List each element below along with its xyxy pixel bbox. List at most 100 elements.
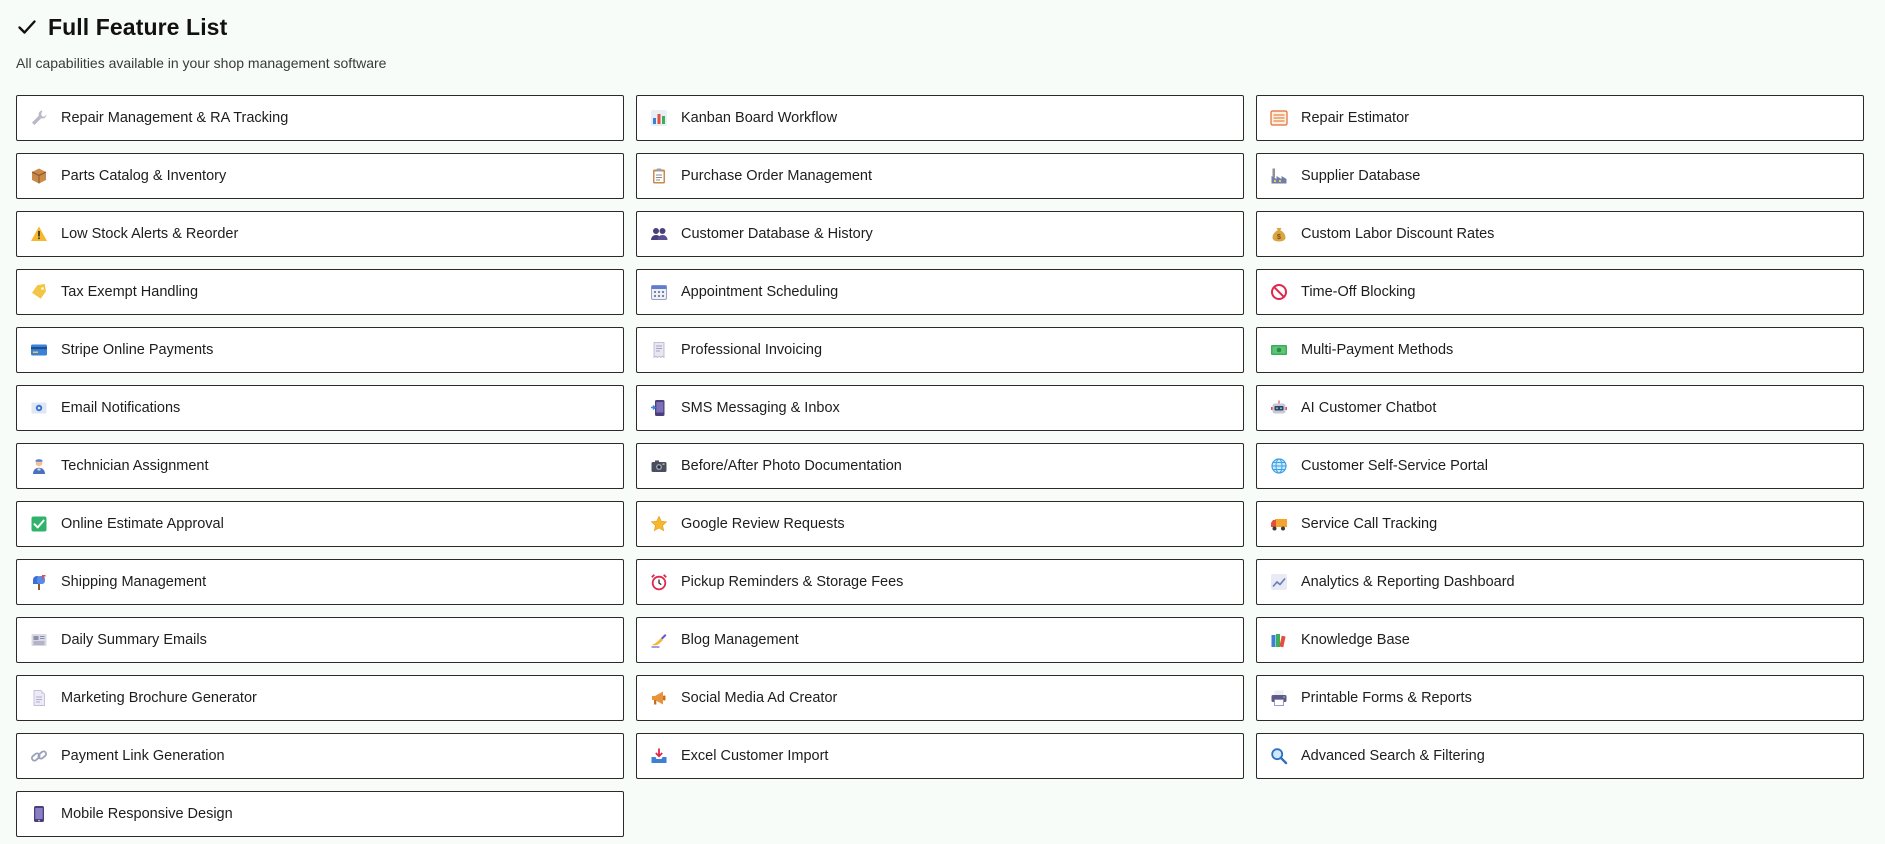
- feature-label: Custom Labor Discount Rates: [1301, 226, 1495, 242]
- feature-card[interactable]: Supplier Database: [1256, 153, 1864, 199]
- feature-label: Online Estimate Approval: [61, 516, 224, 532]
- calendar-icon: [649, 282, 669, 302]
- feature-label: Repair Management & RA Tracking: [61, 110, 289, 126]
- feature-card[interactable]: Printable Forms & Reports: [1256, 675, 1864, 721]
- feature-card[interactable]: Mobile Responsive Design: [16, 791, 624, 837]
- feature-card[interactable]: Tax Exempt Handling: [16, 269, 624, 315]
- feature-card[interactable]: AI Customer Chatbot: [1256, 385, 1864, 431]
- factory-icon: [1269, 166, 1289, 186]
- globe-icon: [1269, 456, 1289, 476]
- feature-card[interactable]: $ Custom Labor Discount Rates: [1256, 211, 1864, 257]
- users-icon: [649, 224, 669, 244]
- feature-card[interactable]: Service Call Tracking: [1256, 501, 1864, 547]
- feature-label: Blog Management: [681, 632, 799, 648]
- feature-label: Payment Link Generation: [61, 748, 225, 764]
- feature-label: Kanban Board Workflow: [681, 110, 838, 126]
- feature-label: Analytics & Reporting Dashboard: [1301, 574, 1515, 590]
- feature-label: Google Review Requests: [681, 516, 845, 532]
- mobile-message-icon: [649, 398, 669, 418]
- receipt-icon: [649, 340, 669, 360]
- feature-card[interactable]: Technician Assignment: [16, 443, 624, 489]
- feature-card[interactable]: Pickup Reminders & Storage Fees: [636, 559, 1244, 605]
- checkmark-icon: [16, 16, 38, 38]
- camera-icon: [649, 456, 669, 476]
- feature-label: Daily Summary Emails: [61, 632, 207, 648]
- feature-card[interactable]: Multi-Payment Methods: [1256, 327, 1864, 373]
- newspaper-icon: [29, 630, 49, 650]
- warning-icon: [29, 224, 49, 244]
- feature-card[interactable]: Repair Estimator: [1256, 95, 1864, 141]
- prohibited-icon: [1269, 282, 1289, 302]
- feature-card[interactable]: Parts Catalog & Inventory: [16, 153, 624, 199]
- feature-card[interactable]: Professional Invoicing: [636, 327, 1244, 373]
- feature-card[interactable]: Repair Management & RA Tracking: [16, 95, 624, 141]
- feature-card[interactable]: Excel Customer Import: [636, 733, 1244, 779]
- feature-card[interactable]: Appointment Scheduling: [636, 269, 1244, 315]
- feature-card[interactable]: Payment Link Generation: [16, 733, 624, 779]
- megaphone-icon: [649, 688, 669, 708]
- feature-label: Stripe Online Payments: [61, 342, 214, 358]
- feature-card[interactable]: Stripe Online Payments: [16, 327, 624, 373]
- feature-card[interactable]: Blog Management: [636, 617, 1244, 663]
- feature-card[interactable]: Time-Off Blocking: [1256, 269, 1864, 315]
- printer-icon: [1269, 688, 1289, 708]
- clipboard-icon: [649, 166, 669, 186]
- feature-card[interactable]: Kanban Board Workflow: [636, 95, 1244, 141]
- feature-grid: Repair Management & RA Tracking Kanban Bo…: [16, 95, 1869, 837]
- title-row: Full Feature List: [16, 12, 1869, 42]
- feature-label: Appointment Scheduling: [681, 284, 839, 300]
- phone-icon: [29, 804, 49, 824]
- feature-label: Purchase Order Management: [681, 168, 873, 184]
- feature-card[interactable]: Analytics & Reporting Dashboard: [1256, 559, 1864, 605]
- feature-label: Low Stock Alerts & Reorder: [61, 226, 239, 242]
- feature-label: Professional Invoicing: [681, 342, 823, 358]
- feature-card[interactable]: Shipping Management: [16, 559, 624, 605]
- page-title: Full Feature List: [48, 13, 228, 40]
- email-icon: [29, 398, 49, 418]
- feature-card[interactable]: SMS Messaging & Inbox: [636, 385, 1244, 431]
- credit-card-icon: [29, 340, 49, 360]
- feature-card[interactable]: Email Notifications: [16, 385, 624, 431]
- feature-card[interactable]: Customer Database & History: [636, 211, 1244, 257]
- banknote-icon: [1269, 340, 1289, 360]
- feature-card[interactable]: Google Review Requests: [636, 501, 1244, 547]
- check-box-icon: [29, 514, 49, 534]
- feature-card[interactable]: Marketing Brochure Generator: [16, 675, 624, 721]
- tag-icon: [29, 282, 49, 302]
- feature-card[interactable]: Customer Self-Service Portal: [1256, 443, 1864, 489]
- feature-card[interactable]: Purchase Order Management: [636, 153, 1244, 199]
- bar-chart-icon: [649, 108, 669, 128]
- feature-label: Service Call Tracking: [1301, 516, 1438, 532]
- feature-label: Shipping Management: [61, 574, 207, 590]
- feature-label: Multi-Payment Methods: [1301, 342, 1454, 358]
- feature-card[interactable]: Online Estimate Approval: [16, 501, 624, 547]
- books-icon: [1269, 630, 1289, 650]
- feature-card[interactable]: Daily Summary Emails: [16, 617, 624, 663]
- feature-label: Before/After Photo Documentation: [681, 458, 902, 474]
- feature-card[interactable]: Advanced Search & Filtering: [1256, 733, 1864, 779]
- feature-label: Email Notifications: [61, 400, 181, 416]
- line-chart-icon: [1269, 572, 1289, 592]
- money-bag-icon: $: [1269, 224, 1289, 244]
- feature-card[interactable]: Knowledge Base: [1256, 617, 1864, 663]
- writing-hand-icon: [649, 630, 669, 650]
- feature-label: Customer Database & History: [681, 226, 873, 242]
- feature-label: AI Customer Chatbot: [1301, 400, 1437, 416]
- svg-text:$: $: [1277, 234, 1281, 241]
- feature-label: Advanced Search & Filtering: [1301, 748, 1485, 764]
- feature-card[interactable]: Low Stock Alerts & Reorder: [16, 211, 624, 257]
- feature-label: Mobile Responsive Design: [61, 806, 233, 822]
- feature-label: Tax Exempt Handling: [61, 284, 199, 300]
- page-subtitle: All capabilities available in your shop …: [16, 55, 387, 71]
- truck-icon: [1269, 514, 1289, 534]
- feature-label: Repair Estimator: [1301, 110, 1409, 126]
- feature-card[interactable]: Social Media Ad Creator: [636, 675, 1244, 721]
- mailbox-icon: [29, 572, 49, 592]
- feature-label: Technician Assignment: [61, 458, 209, 474]
- ledger-icon: [1269, 108, 1289, 128]
- feature-card[interactable]: Before/After Photo Documentation: [636, 443, 1244, 489]
- feature-label: Supplier Database: [1301, 168, 1421, 184]
- feature-label: SMS Messaging & Inbox: [681, 400, 840, 416]
- package-icon: [29, 166, 49, 186]
- feature-list-header: Full Feature List All capabilities avail…: [16, 0, 1869, 84]
